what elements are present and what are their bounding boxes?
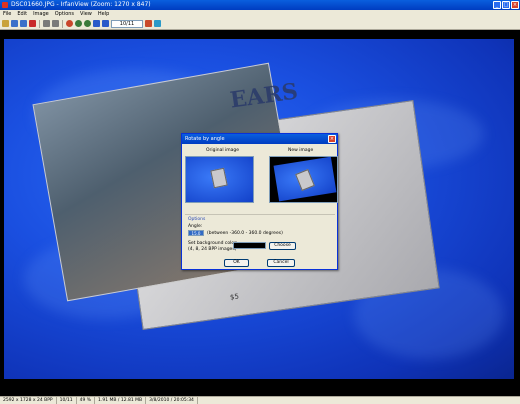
zoom-out-icon[interactable] [84, 20, 91, 27]
toolbar-separator [39, 19, 40, 28]
options-label: Options [188, 217, 206, 222]
settings-icon[interactable] [154, 20, 161, 27]
paste-icon[interactable] [52, 20, 59, 27]
status-size: 1.91 MB / 12.81 MB [95, 397, 147, 404]
angle-label: Angle: [188, 224, 203, 229]
menu-options[interactable]: Options [55, 10, 74, 18]
status-date: 3/8/2010 / 20:05:34 [146, 397, 198, 404]
window-controls: _ □ × [493, 1, 519, 9]
page-number-field[interactable]: 10/11 [111, 19, 143, 28]
menu-bar: File Edit Image Options View Help [0, 10, 520, 18]
bg-color-swatch[interactable] [233, 242, 266, 249]
new-image-label: New image [288, 148, 314, 153]
angle-input[interactable]: 15.0 [188, 230, 204, 236]
cancel-button[interactable]: Cancel [267, 259, 295, 267]
forward-icon[interactable] [102, 20, 109, 27]
maximize-button[interactable]: □ [502, 1, 510, 9]
price-text: $5 [229, 292, 240, 302]
dialog-close-button[interactable]: × [328, 135, 336, 143]
minimize-button[interactable]: _ [493, 1, 501, 9]
back-icon[interactable] [93, 20, 100, 27]
menu-image[interactable]: Image [33, 10, 49, 18]
status-dimensions: 2592 x 1728 x 24 BPP [0, 397, 57, 404]
dialog-title: Rotate by angle [185, 136, 225, 142]
window-title: DSC01660.JPG - IrfanView (Zoom: 1270 x 8… [11, 1, 151, 8]
slideshow-icon[interactable] [11, 20, 18, 27]
angle-hint: (between -360.0 - 360.0 degrees) [207, 231, 283, 236]
original-image-preview [185, 156, 254, 203]
bg-color-hint: (4, 8, 24 BPP images) [188, 247, 237, 252]
close-button[interactable]: × [511, 1, 519, 9]
toolbar: 10/11 [0, 18, 520, 30]
status-index: 10/11 [57, 397, 77, 404]
menu-help[interactable]: Help [98, 10, 109, 18]
open-icon[interactable] [2, 20, 9, 27]
menu-edit[interactable]: Edit [17, 10, 27, 18]
delete-icon[interactable] [29, 20, 36, 27]
irfanview-app-icon [2, 2, 8, 8]
choose-button[interactable]: Choose [269, 242, 296, 250]
bg-color-label: Set background color: [188, 241, 238, 246]
rotate-dialog: Rotate by angle × Original image New ima… [181, 133, 338, 270]
ok-button[interactable]: OK [224, 259, 249, 267]
info-icon[interactable] [66, 20, 73, 27]
status-zoom: 49 % [77, 397, 96, 404]
window-titlebar: DSC01660.JPG - IrfanView (Zoom: 1270 x 8… [0, 0, 520, 10]
new-image-preview [269, 156, 338, 203]
menu-file[interactable]: File [3, 10, 11, 18]
dialog-titlebar: Rotate by angle × [182, 134, 337, 144]
copy-icon[interactable] [43, 20, 50, 27]
thumb-book [210, 167, 228, 189]
properties-icon[interactable] [145, 20, 152, 27]
original-image-label: Original image [206, 148, 240, 153]
menu-view[interactable]: View [80, 10, 92, 18]
save-icon[interactable] [20, 20, 27, 27]
toolbar-separator [62, 19, 63, 28]
status-bar: 2592 x 1728 x 24 BPP 10/11 49 % 1.91 MB … [0, 396, 520, 404]
zoom-in-icon[interactable] [75, 20, 82, 27]
